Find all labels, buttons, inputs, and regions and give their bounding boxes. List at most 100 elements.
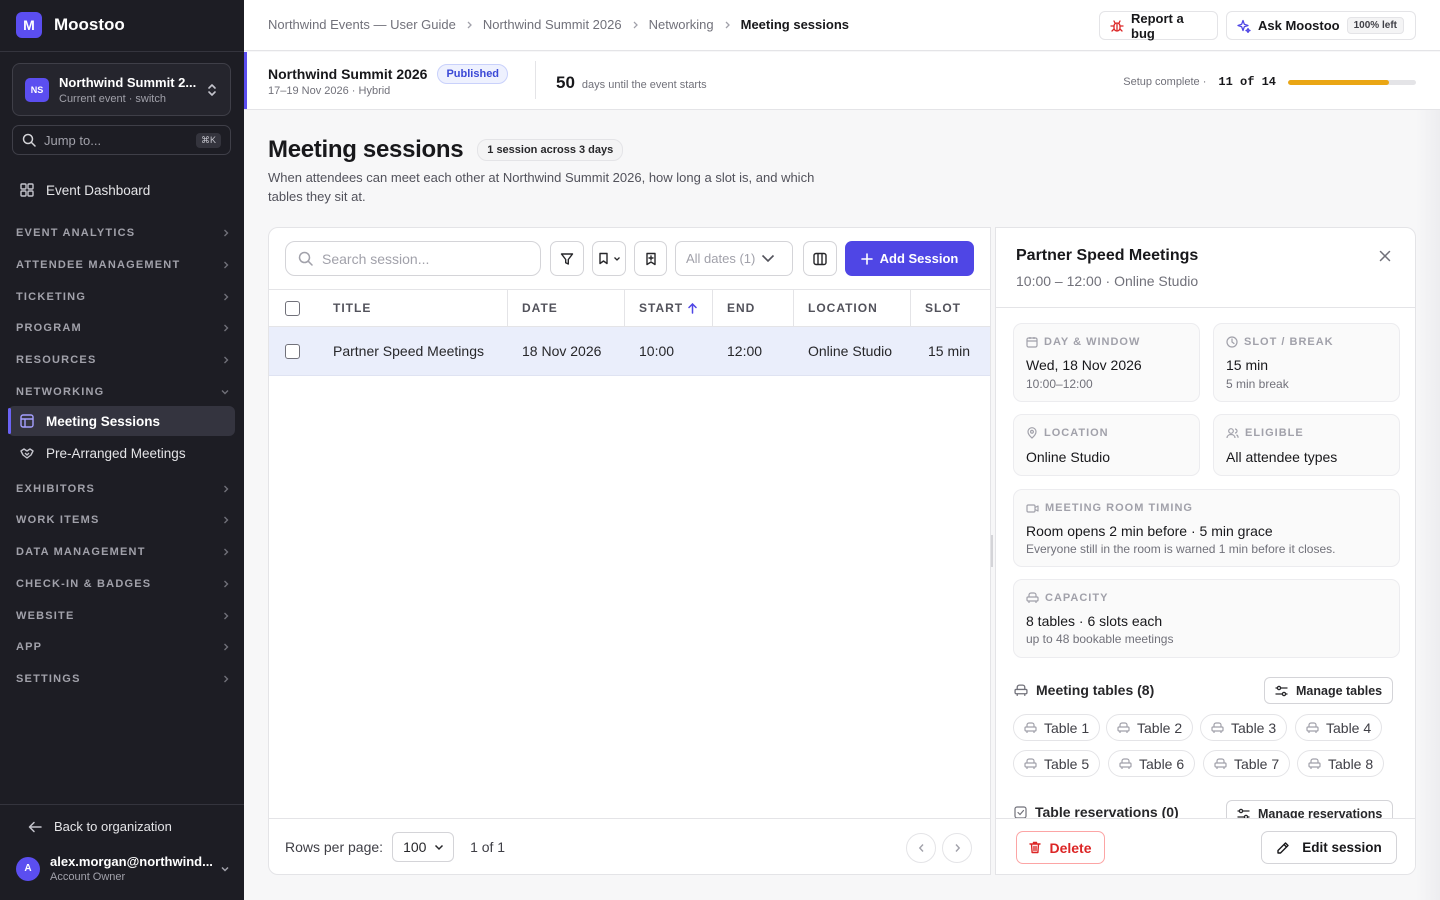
armchair-icon [1024, 721, 1037, 734]
previous-page-button[interactable] [906, 833, 936, 863]
setup-progress-fill [1288, 79, 1389, 85]
chevron-down-icon [613, 256, 621, 262]
card-subtext: up to 48 bookable meetings [1026, 632, 1174, 646]
ask-label: Ask Moostoo [1258, 18, 1340, 33]
card-value: Online Studio [1026, 449, 1111, 465]
table-chip-label: Table 7 [1234, 755, 1280, 772]
table-chip-label: Table 4 [1326, 719, 1372, 736]
column-header-date[interactable]: DATE [507, 290, 624, 326]
sidebar-section-program[interactable]: PROGRAM [16, 322, 230, 334]
sidebar-item-pre-arranged-meetings[interactable]: Pre-Arranged Meetings [8, 438, 235, 468]
sidebar-section-data-management[interactable]: DATA MANAGEMENT [16, 546, 230, 558]
table-chip[interactable]: Table 6 [1108, 750, 1196, 777]
card-value: All attendee types [1226, 449, 1338, 465]
column-header-title[interactable]: TITLE [319, 290, 507, 326]
setup-progress[interactable]: Setup complete · 11 of 14 [1123, 75, 1416, 89]
sidebar-section-attendee-management[interactable]: ATTENDEE MANAGEMENT [16, 259, 230, 271]
table-row[interactable]: Partner Speed Meetings 18 Nov 2026 10:00… [269, 327, 990, 376]
sidebar-section-event-analytics[interactable]: EVENT ANALYTICS [16, 227, 230, 239]
brand[interactable]: M Moostoo [16, 12, 125, 38]
rows-per-page-select[interactable]: 100 [392, 832, 455, 862]
meeting-tables-label: Meeting tables (8) [1036, 682, 1155, 698]
meeting-room-timing-card: MEETING ROOM TIMING Room opens 2 min bef… [1013, 489, 1400, 567]
table-icon [20, 414, 34, 428]
breadcrumb-item[interactable]: Northwind Events — User Guide [268, 17, 456, 32]
sidebar-section-exhibitors[interactable]: EXHIBITORS [16, 483, 230, 495]
event-switcher[interactable]: NS Northwind Summit 2... Current event ·… [12, 63, 231, 116]
chevron-right-icon [222, 515, 230, 525]
column-header-start[interactable]: START [624, 290, 712, 326]
filter-button[interactable] [550, 241, 584, 276]
chevron-right-icon [222, 611, 230, 621]
ask-moostoo-button[interactable]: Ask Moostoo 100% left [1226, 11, 1416, 40]
select-all-checkbox[interactable] [285, 300, 300, 316]
sidebar-item-event-dashboard[interactable]: Event Dashboard [8, 175, 235, 205]
user-menu[interactable]: A alex.morgan@northwind... Account Owner [16, 854, 230, 883]
section-label: PROGRAM [16, 322, 82, 334]
sidebar-item-meeting-sessions[interactable]: Meeting Sessions [8, 406, 235, 436]
edit-session-button[interactable]: Edit session [1261, 831, 1397, 864]
grid-icon [20, 183, 34, 197]
report-bug-label: Report a bug [1131, 10, 1184, 41]
table-chip[interactable]: Table 8 [1297, 750, 1385, 777]
armchair-icon [1014, 683, 1028, 697]
chevron-right-icon [222, 642, 230, 652]
day-window-card: DAY & WINDOW Wed, 18 Nov 2026 10:00–12:0… [1013, 323, 1200, 402]
setup-label: Setup complete · [1123, 76, 1207, 88]
search-input[interactable]: Search session... [285, 241, 541, 276]
sidebar-section-networking[interactable]: NETWORKING [16, 386, 230, 398]
chevron-right-icon [222, 355, 230, 365]
breadcrumb-item[interactable]: Northwind Summit 2026 [483, 17, 622, 32]
manage-tables-button[interactable]: Manage tables [1264, 677, 1394, 704]
table-chip[interactable]: Table 1 [1013, 714, 1101, 741]
add-session-button[interactable]: Add Session [845, 241, 974, 276]
sidebar-section-check-in-badges[interactable]: CHECK-IN & BADGES [16, 578, 230, 590]
delete-button[interactable]: Delete [1016, 831, 1105, 864]
section-label: TICKETING [16, 291, 87, 303]
chevron-right-icon [466, 20, 473, 30]
divider [0, 804, 244, 805]
rows-per-page-label: Rows per page: [285, 839, 384, 855]
sidebar-section-app[interactable]: APP [16, 641, 230, 653]
column-header-location[interactable]: LOCATION [793, 290, 910, 326]
report-bug-button[interactable]: Report a bug [1099, 10, 1218, 41]
setup-value: 11 of 14 [1218, 75, 1276, 89]
sidebar-section-work-items[interactable]: WORK ITEMS [16, 514, 230, 526]
clock-icon [1226, 336, 1238, 348]
jump-to-input[interactable]: Jump to... ⌘K [12, 125, 231, 155]
table-chip[interactable]: Table 4 [1295, 714, 1383, 741]
sidebar-section-resources[interactable]: RESOURCES [16, 354, 230, 366]
column-header-end[interactable]: END [712, 290, 793, 326]
column-header-slot[interactable]: SLOT [910, 290, 990, 326]
usage-badge: 100% left [1346, 17, 1404, 34]
sidebar-section-website[interactable]: WEBSITE [16, 610, 230, 622]
table-chip[interactable]: Table 7 [1203, 750, 1291, 777]
panel-resize-handle[interactable] [991, 535, 993, 567]
sort-ascending-icon [688, 302, 697, 314]
table-chip[interactable]: Table 3 [1200, 714, 1288, 741]
saved-views-dropdown[interactable] [592, 241, 626, 276]
trash-icon [1029, 841, 1042, 854]
next-page-button[interactable] [942, 833, 972, 863]
save-view-button[interactable] [634, 241, 667, 276]
detail-title: Partner Speed Meetings [1016, 247, 1199, 264]
sidebar-section-settings[interactable]: SETTINGS [16, 673, 230, 685]
columns-button[interactable] [803, 241, 837, 276]
close-icon[interactable] [1379, 250, 1391, 262]
slot-break-card: SLOT / BREAK 15 min 5 min break [1213, 323, 1400, 402]
table-chip-label: Table 3 [1231, 719, 1277, 736]
page-description: When attendees can meet each other at No… [268, 170, 815, 204]
date-filter-dropdown[interactable]: All dates (1) [675, 241, 793, 276]
search-icon [298, 251, 313, 266]
back-to-organization-link[interactable]: Back to organization [28, 819, 172, 834]
users-icon [1226, 427, 1239, 439]
table-chip-label: Table 5 [1044, 755, 1090, 772]
table-chip[interactable]: Table 5 [1013, 750, 1101, 777]
row-checkbox[interactable] [285, 343, 300, 359]
sidebar-section-ticketing[interactable]: TICKETING [16, 291, 230, 303]
table-chip[interactable]: Table 2 [1106, 714, 1194, 741]
breadcrumb-item[interactable]: Networking [649, 17, 714, 32]
sidebar-item-label: Pre-Arranged Meetings [46, 445, 186, 461]
section-label: EVENT ANALYTICS [16, 227, 136, 239]
page-indicator: 1 of 1 [470, 839, 506, 855]
